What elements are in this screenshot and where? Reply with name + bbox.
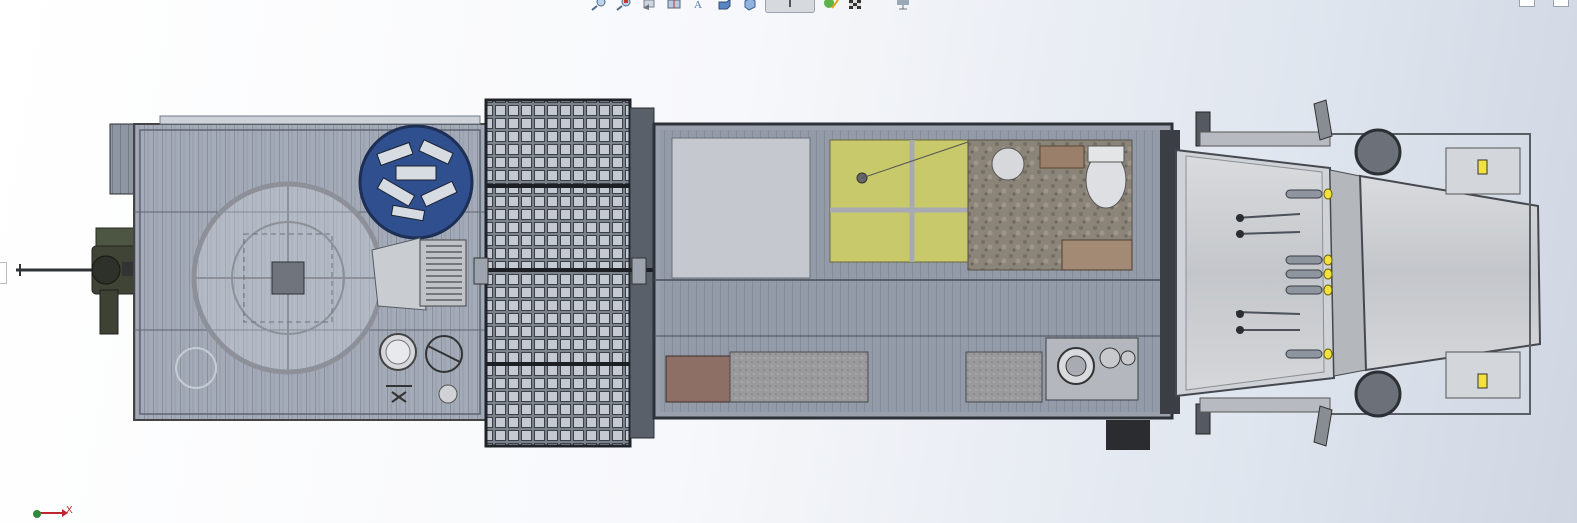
- origin-marker: [33, 510, 41, 518]
- rear-cargo-body[interactable]: [133, 115, 487, 421]
- truck-model-top-view[interactable]: [0, 0, 1577, 523]
- truck-cab[interactable]: [1160, 99, 1542, 447]
- living-module[interactable]: [652, 122, 1174, 450]
- center-grate-platform[interactable]: [473, 98, 656, 448]
- triad-x-label: X: [66, 505, 73, 516]
- graphics-area[interactable]: A X: [0, 0, 1577, 523]
